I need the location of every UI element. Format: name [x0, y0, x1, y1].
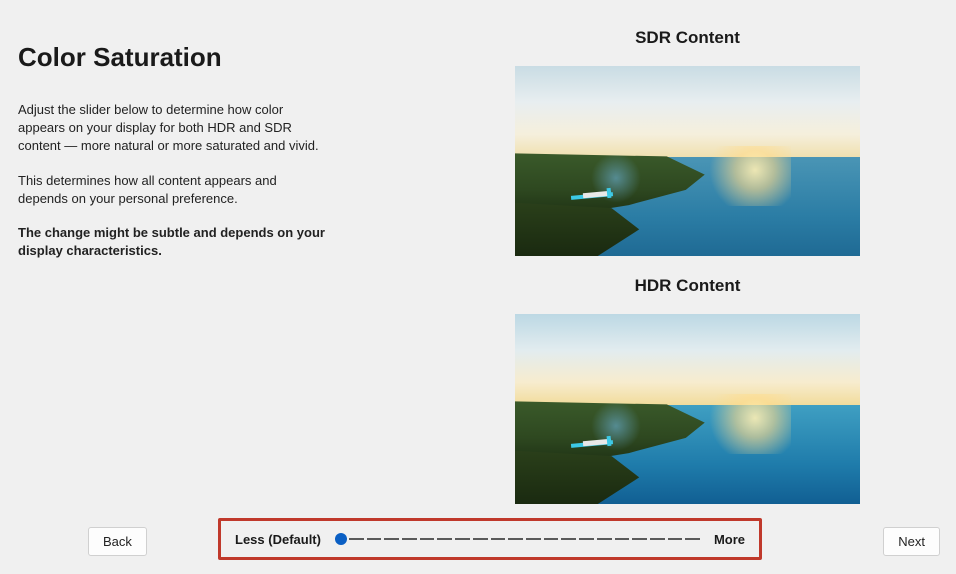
description-paragraph-2: This determines how all content appears …	[18, 172, 328, 208]
slider-thumb[interactable]	[335, 533, 347, 545]
hdr-preview-image	[515, 314, 860, 504]
bottom-bar: Back Less (Default) More Next	[0, 518, 956, 558]
back-button[interactable]: Back	[88, 527, 147, 556]
page-title: Color Saturation	[18, 42, 358, 73]
saturation-slider-highlight: Less (Default) More	[218, 518, 762, 560]
slider-less-label: Less (Default)	[235, 532, 321, 547]
saturation-slider[interactable]	[335, 530, 700, 548]
hdr-content-label: HDR Content	[515, 276, 860, 296]
slider-more-label: More	[714, 532, 745, 547]
description-paragraph-3: The change might be subtle and depends o…	[18, 224, 328, 260]
sdr-preview-image	[515, 66, 860, 256]
next-button[interactable]: Next	[883, 527, 940, 556]
left-panel: Color Saturation Adjust the slider below…	[18, 42, 358, 276]
slider-track	[349, 538, 700, 540]
preview-panel: SDR Content HDR Content	[515, 28, 860, 524]
description-paragraph-1: Adjust the slider below to determine how…	[18, 101, 328, 156]
sdr-content-label: SDR Content	[515, 28, 860, 48]
